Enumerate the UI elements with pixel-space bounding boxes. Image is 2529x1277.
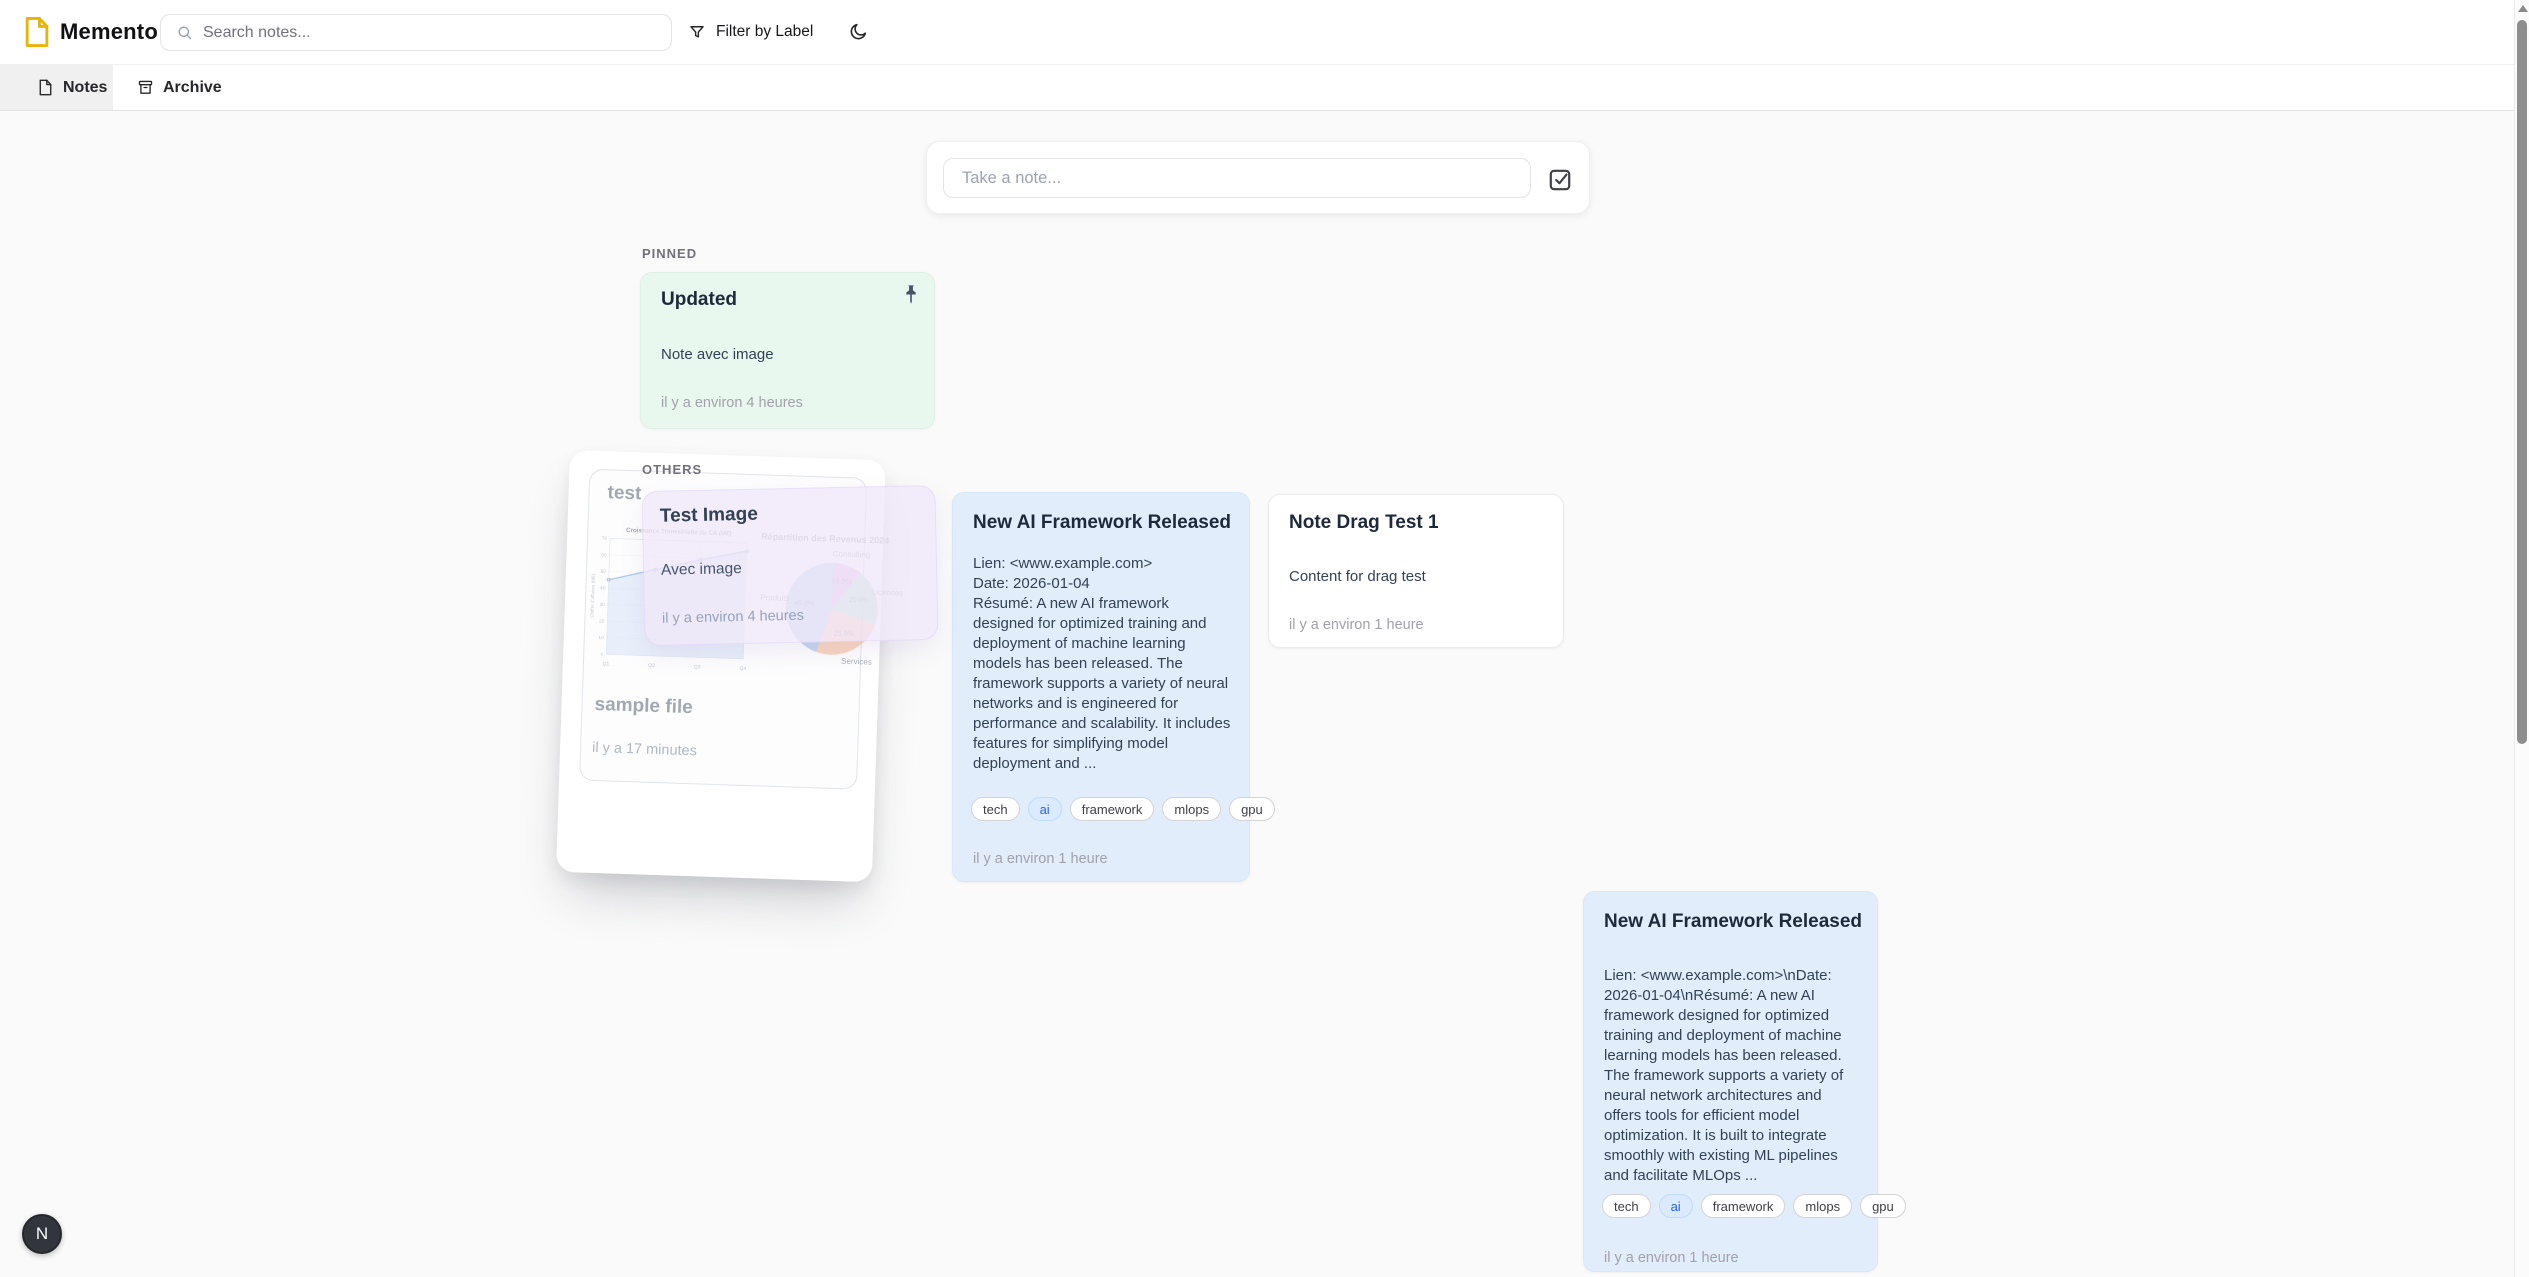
note-title: Updated (661, 289, 737, 311)
note-title: New AI Framework Released (1604, 911, 1862, 933)
tab-archive[interactable]: Archive (137, 65, 247, 110)
svg-text:20: 20 (599, 619, 605, 625)
search-box[interactable] (160, 14, 672, 51)
dragged-note-title: test (607, 482, 642, 505)
svg-text:10: 10 (598, 635, 604, 641)
drag-ghost-note-card[interactable]: Test Image Avec image il y a environ 4 h… (641, 485, 938, 646)
avatar-initial: N (36, 1224, 48, 1244)
memento-app: Memento Filter by Label Notes (0, 0, 2529, 1277)
tag-gpu[interactable]: gpu (1860, 1194, 1906, 1218)
svg-text:0: 0 (600, 652, 603, 658)
tag-tech[interactable]: tech (1602, 1194, 1651, 1218)
note-body: Lien: <www.example.com> Date: 2026-01-04… (973, 554, 1231, 774)
tag-gpu[interactable]: gpu (1229, 797, 1275, 821)
section-label-pinned: PINNED (642, 246, 697, 261)
tag-tech[interactable]: tech (971, 797, 1020, 821)
note-timestamp: il y a environ 1 heure (1289, 617, 1424, 633)
user-avatar[interactable]: N (22, 1214, 62, 1254)
ghost-note-title: Test Image (660, 504, 758, 528)
note-title: New AI Framework Released (973, 512, 1231, 534)
sample-note-timestamp: il y a 17 minutes (592, 740, 697, 759)
svg-text:70: 70 (602, 536, 608, 542)
note-timestamp: il y a environ 4 heures (661, 395, 803, 411)
note-card-ai-framework-2[interactable]: New AI Framework Released Lien: <www.exa… (1583, 891, 1878, 1272)
sample-note-title: sample file (594, 694, 693, 719)
svg-text:Q2: Q2 (648, 663, 655, 669)
file-icon (37, 79, 54, 96)
pin-icon[interactable] (900, 283, 922, 307)
tag-ai[interactable]: ai (1659, 1194, 1693, 1218)
ghost-note-body: Avec image (661, 560, 742, 580)
scrollbar-thumb[interactable] (2517, 20, 2527, 744)
filter-by-label-text: Filter by Label (716, 23, 813, 41)
tag-row: tech ai framework mlops gpu (971, 797, 1275, 821)
note-title: Note Drag Test 1 (1289, 512, 1439, 534)
tab-notes-label: Notes (63, 79, 107, 97)
app-title: Memento (60, 19, 158, 45)
tab-archive-label: Archive (163, 79, 222, 97)
note-card-updated[interactable]: Updated Note avec image il y a environ 4… (640, 272, 935, 429)
note-body: Content for drag test (1289, 567, 1545, 587)
composer-confirm-button[interactable] (1547, 166, 1575, 194)
scrollbar-track[interactable] (2514, 0, 2529, 1277)
tag-framework[interactable]: framework (1701, 1194, 1786, 1218)
svg-text:Q3: Q3 (694, 664, 701, 670)
note-timestamp: il y a environ 1 heure (1604, 1250, 1739, 1266)
header: Memento Filter by Label (0, 0, 2529, 64)
tag-ai[interactable]: ai (1028, 797, 1062, 821)
moon-icon (848, 22, 868, 42)
archive-icon (137, 79, 154, 96)
svg-text:50: 50 (601, 569, 607, 575)
search-icon (176, 24, 193, 41)
ghost-note-timestamp: il y a environ 4 heures (662, 608, 804, 627)
tab-notes[interactable]: Notes (0, 65, 113, 110)
take-a-note-field[interactable] (943, 158, 1531, 198)
note-card-drag-test[interactable]: Note Drag Test 1 Content for drag test i… (1268, 494, 1564, 648)
search-input[interactable] (203, 24, 643, 42)
tag-mlops[interactable]: mlops (1793, 1194, 1852, 1218)
tag-framework[interactable]: framework (1070, 797, 1155, 821)
take-a-note-input[interactable] (944, 159, 1530, 197)
memento-logo-icon (22, 16, 52, 48)
filter-by-label-button[interactable]: Filter by Label (688, 16, 813, 48)
note-card-ai-framework[interactable]: New AI Framework Released Lien: <www.exa… (952, 492, 1250, 882)
theme-toggle-button[interactable] (848, 18, 876, 46)
note-body: Note avec image (661, 345, 916, 365)
svg-text:60: 60 (601, 552, 607, 558)
svg-text:30: 30 (599, 602, 605, 608)
scrollbar-up-arrow-icon[interactable] (2518, 5, 2528, 12)
svg-text:Q1: Q1 (602, 661, 609, 667)
funnel-icon (688, 23, 706, 41)
note-body: Lien: <www.example.com>\nDate: 2026-01-0… (1604, 966, 1859, 1186)
note-timestamp: il y a environ 1 heure (973, 851, 1108, 867)
check-square-icon (1547, 167, 1573, 193)
section-label-others: OTHERS (642, 462, 702, 477)
svg-text:40: 40 (600, 585, 606, 591)
tab-bar: Notes Archive (0, 64, 2529, 111)
tag-row: tech ai framework mlops gpu (1602, 1194, 1906, 1218)
note-composer (926, 141, 1590, 214)
svg-text:Chiffre d'affaires (M€): Chiffre d'affaires (M€) (589, 573, 595, 617)
tag-mlops[interactable]: mlops (1162, 797, 1221, 821)
